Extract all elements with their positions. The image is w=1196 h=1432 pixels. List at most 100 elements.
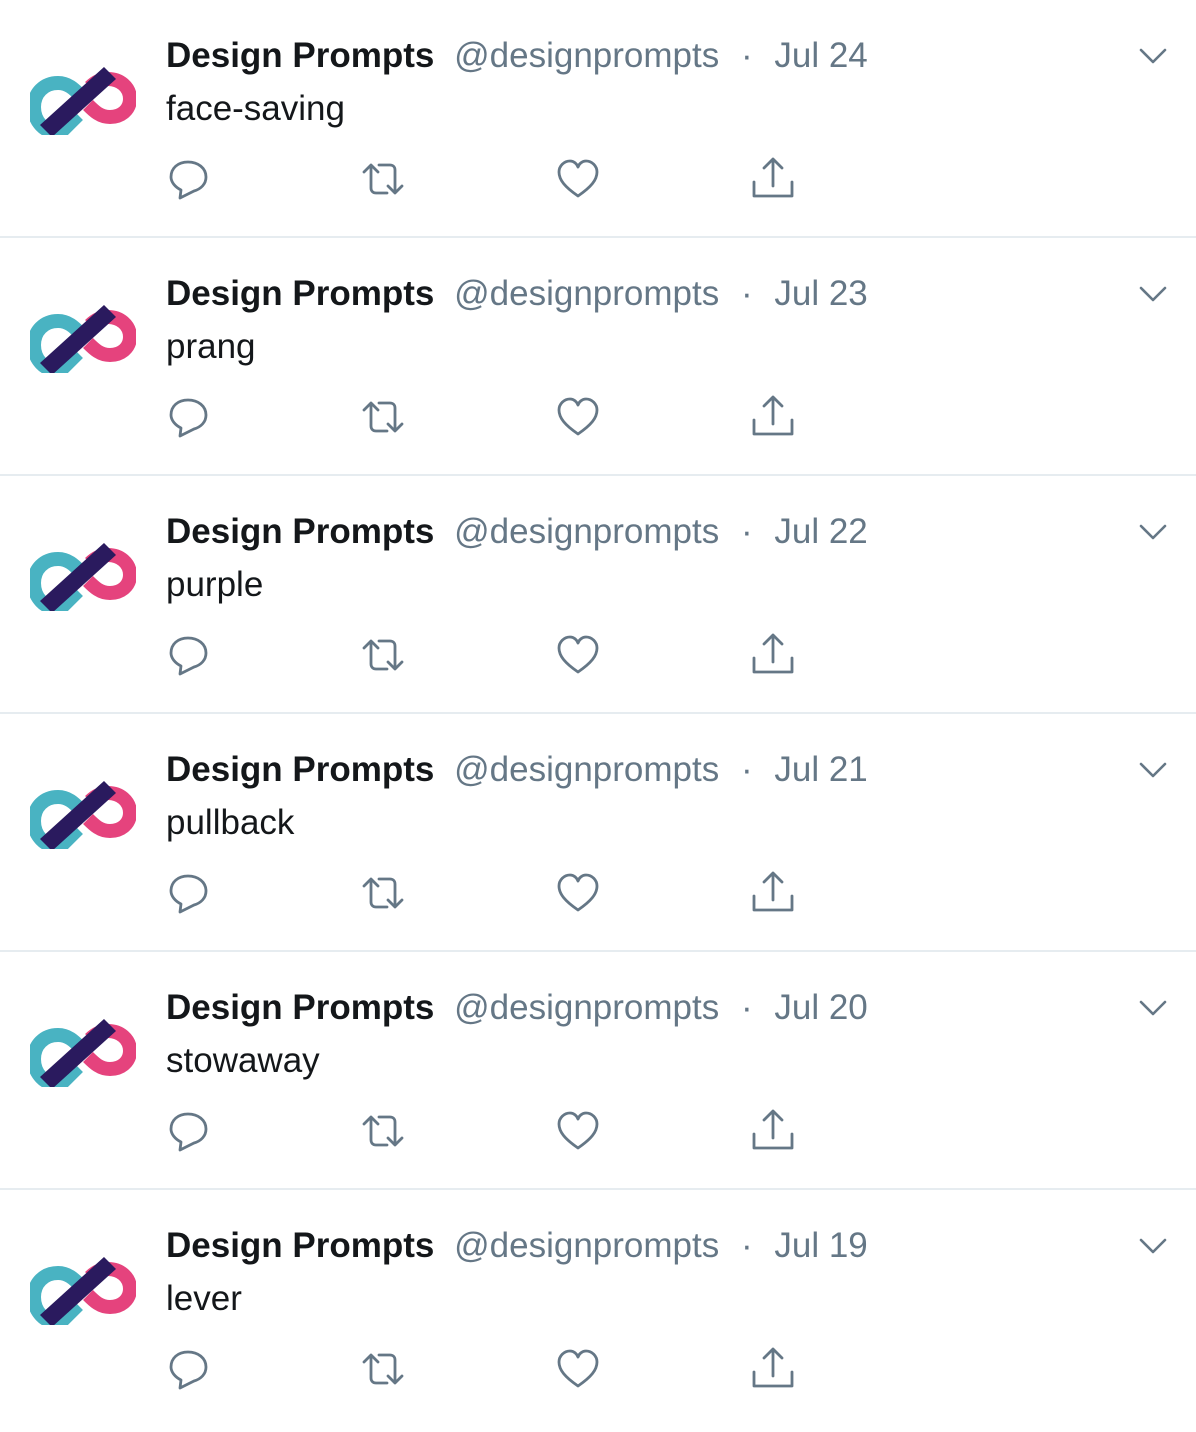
like-button[interactable] bbox=[555, 632, 601, 678]
author-name[interactable]: Design Prompts bbox=[166, 512, 434, 551]
share-button[interactable] bbox=[750, 156, 796, 202]
author-name[interactable]: Design Prompts bbox=[166, 274, 434, 313]
avatar[interactable] bbox=[30, 1015, 136, 1087]
tweet-actions bbox=[166, 1346, 806, 1392]
tweet[interactable]: Design Prompts @designprompts · Jul 22 p… bbox=[0, 476, 1196, 714]
tweet-text: stowaway bbox=[166, 1041, 320, 1080]
reply-icon bbox=[169, 160, 208, 200]
tweet[interactable]: Design Prompts @designprompts · Jul 19 l… bbox=[0, 1190, 1196, 1428]
retweet-icon bbox=[362, 163, 404, 195]
reply-button[interactable] bbox=[166, 632, 212, 678]
author-handle[interactable]: @designprompts bbox=[454, 750, 719, 789]
like-button[interactable] bbox=[555, 156, 601, 202]
tweet-date[interactable]: Jul 22 bbox=[774, 512, 867, 551]
avatar[interactable] bbox=[30, 539, 136, 611]
reply-icon bbox=[169, 636, 208, 676]
tweet-text: face-saving bbox=[166, 89, 345, 128]
tweet[interactable]: Design Prompts @designprompts · Jul 23 p… bbox=[0, 238, 1196, 476]
tweet-actions bbox=[166, 394, 806, 440]
tweet-actions bbox=[166, 870, 806, 916]
more-options-button[interactable] bbox=[1138, 758, 1168, 782]
separator-dot: · bbox=[740, 36, 753, 75]
share-icon bbox=[752, 871, 794, 912]
infinity-logo-icon bbox=[30, 1257, 136, 1325]
retweet-button[interactable] bbox=[360, 1346, 406, 1392]
infinity-logo-icon bbox=[30, 305, 136, 373]
like-button[interactable] bbox=[555, 870, 601, 916]
retweet-icon bbox=[362, 1353, 404, 1385]
avatar[interactable] bbox=[30, 301, 136, 373]
tweet-header: Design Prompts @designprompts · Jul 23 bbox=[166, 272, 868, 316]
chevron-down-icon bbox=[1139, 762, 1167, 778]
infinity-logo-icon bbox=[30, 67, 136, 135]
heart-icon bbox=[557, 397, 599, 436]
retweet-icon bbox=[362, 401, 404, 433]
retweet-button[interactable] bbox=[360, 156, 406, 202]
tweet[interactable]: Design Prompts @designprompts · Jul 21 p… bbox=[0, 714, 1196, 952]
share-button[interactable] bbox=[750, 632, 796, 678]
tweet-date[interactable]: Jul 24 bbox=[774, 36, 867, 75]
author-handle[interactable]: @designprompts bbox=[454, 274, 719, 313]
more-options-button[interactable] bbox=[1138, 996, 1168, 1020]
tweet-date[interactable]: Jul 20 bbox=[774, 988, 867, 1027]
heart-icon bbox=[557, 1111, 599, 1150]
author-name[interactable]: Design Prompts bbox=[166, 36, 434, 75]
share-icon bbox=[752, 395, 794, 436]
avatar[interactable] bbox=[30, 63, 136, 135]
tweet-header: Design Prompts @designprompts · Jul 24 bbox=[166, 34, 868, 78]
more-options-button[interactable] bbox=[1138, 282, 1168, 306]
share-icon bbox=[752, 1109, 794, 1150]
infinity-logo-icon bbox=[30, 1019, 136, 1087]
reply-button[interactable] bbox=[166, 394, 212, 440]
more-options-button[interactable] bbox=[1138, 44, 1168, 68]
tweet-text: lever bbox=[166, 1279, 242, 1318]
avatar[interactable] bbox=[30, 1253, 136, 1325]
tweet-header: Design Prompts @designprompts · Jul 21 bbox=[166, 748, 868, 792]
tweet[interactable]: Design Prompts @designprompts · Jul 20 s… bbox=[0, 952, 1196, 1190]
share-button[interactable] bbox=[750, 870, 796, 916]
author-name[interactable]: Design Prompts bbox=[166, 1226, 434, 1265]
share-button[interactable] bbox=[750, 394, 796, 440]
tweet-header: Design Prompts @designprompts · Jul 19 bbox=[166, 1224, 868, 1268]
retweet-button[interactable] bbox=[360, 394, 406, 440]
heart-icon bbox=[557, 159, 599, 198]
retweet-button[interactable] bbox=[360, 870, 406, 916]
retweet-icon bbox=[362, 1115, 404, 1147]
author-handle[interactable]: @designprompts bbox=[454, 36, 719, 75]
like-button[interactable] bbox=[555, 1108, 601, 1154]
tweet-date[interactable]: Jul 19 bbox=[774, 1226, 867, 1265]
reply-button[interactable] bbox=[166, 156, 212, 202]
tweet[interactable]: Design Prompts @designprompts · Jul 24 f… bbox=[0, 0, 1196, 238]
retweet-icon bbox=[362, 639, 404, 671]
retweet-button[interactable] bbox=[360, 1108, 406, 1154]
separator-dot: · bbox=[740, 750, 753, 789]
chevron-down-icon bbox=[1139, 524, 1167, 540]
reply-icon bbox=[169, 1112, 208, 1152]
reply-button[interactable] bbox=[166, 870, 212, 916]
like-button[interactable] bbox=[555, 1346, 601, 1392]
infinity-logo-icon bbox=[30, 781, 136, 849]
like-button[interactable] bbox=[555, 394, 601, 440]
author-name[interactable]: Design Prompts bbox=[166, 988, 434, 1027]
reply-button[interactable] bbox=[166, 1108, 212, 1154]
more-options-button[interactable] bbox=[1138, 1234, 1168, 1258]
share-button[interactable] bbox=[750, 1108, 796, 1154]
author-handle[interactable]: @designprompts bbox=[454, 512, 719, 551]
tweet-text: prang bbox=[166, 327, 256, 366]
tweet-date[interactable]: Jul 21 bbox=[774, 750, 867, 789]
separator-dot: · bbox=[740, 512, 753, 551]
avatar[interactable] bbox=[30, 777, 136, 849]
share-icon bbox=[752, 633, 794, 674]
author-name[interactable]: Design Prompts bbox=[166, 750, 434, 789]
chevron-down-icon bbox=[1139, 48, 1167, 64]
reply-button[interactable] bbox=[166, 1346, 212, 1392]
tweet-actions bbox=[166, 632, 806, 678]
author-handle[interactable]: @designprompts bbox=[454, 988, 719, 1027]
heart-icon bbox=[557, 1349, 599, 1388]
retweet-button[interactable] bbox=[360, 632, 406, 678]
author-handle[interactable]: @designprompts bbox=[454, 1226, 719, 1265]
more-options-button[interactable] bbox=[1138, 520, 1168, 544]
share-button[interactable] bbox=[750, 1346, 796, 1392]
share-icon bbox=[752, 1347, 794, 1388]
tweet-date[interactable]: Jul 23 bbox=[774, 274, 867, 313]
